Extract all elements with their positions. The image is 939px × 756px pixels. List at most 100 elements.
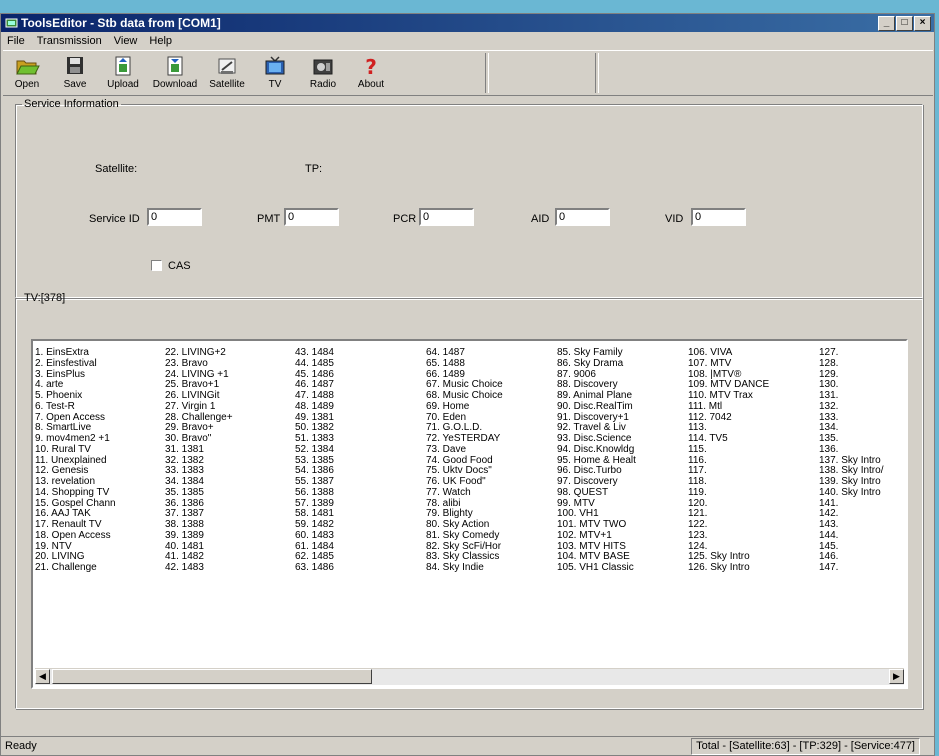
list-item[interactable]: 19. NTV (35, 541, 165, 552)
list-item[interactable]: 31. 1381 (165, 444, 295, 455)
list-item[interactable]: 55. 1387 (295, 476, 425, 487)
list-item[interactable]: 42. 1483 (165, 562, 295, 573)
list-item[interactable]: 87. 9006 (557, 369, 687, 380)
list-item[interactable]: 116. (688, 455, 818, 466)
list-item[interactable]: 62. 1485 (295, 551, 425, 562)
list-item[interactable]: 130. (819, 379, 906, 390)
menu-file[interactable]: File (1, 33, 31, 50)
list-item[interactable]: 54. 1386 (295, 465, 425, 476)
list-item[interactable]: 9. mov4men2 +1 (35, 433, 165, 444)
list-item[interactable]: 49. 1381 (295, 412, 425, 423)
list-item[interactable]: 133. (819, 412, 906, 423)
list-item[interactable]: 69. Home (426, 401, 556, 412)
list-item[interactable]: 142. (819, 508, 906, 519)
list-item[interactable]: 3. EinsPlus (35, 369, 165, 380)
radio-button[interactable]: Radio (299, 51, 347, 95)
list-item[interactable]: 34. 1384 (165, 476, 295, 487)
list-item[interactable]: 80. Sky Action (426, 519, 556, 530)
list-item[interactable]: 102. MTV+1 (557, 530, 687, 541)
list-item[interactable]: 123. (688, 530, 818, 541)
list-item[interactable]: 11. Unexplained (35, 455, 165, 466)
list-item[interactable]: 120. (688, 498, 818, 509)
list-item[interactable]: 98. QUEST (557, 487, 687, 498)
list-item[interactable]: 44. 1485 (295, 358, 425, 369)
list-item[interactable]: 30. Bravo" (165, 433, 295, 444)
list-item[interactable]: 68. Music Choice (426, 390, 556, 401)
list-item[interactable]: 118. (688, 476, 818, 487)
list-item[interactable]: 104. MTV BASE (557, 551, 687, 562)
service-id-field[interactable]: 0 (147, 208, 202, 226)
list-item[interactable]: 106. VIVA (688, 347, 818, 358)
list-item[interactable]: 144. (819, 530, 906, 541)
list-item[interactable]: 89. Animal Plane (557, 390, 687, 401)
list-item[interactable]: 78. alibi (426, 498, 556, 509)
open-button[interactable]: Open (3, 51, 51, 95)
tv-button[interactable]: TV (251, 51, 299, 95)
list-item[interactable]: 122. (688, 519, 818, 530)
list-item[interactable]: 52. 1384 (295, 444, 425, 455)
save-button[interactable]: Save (51, 51, 99, 95)
list-item[interactable]: 65. 1488 (426, 358, 556, 369)
list-item[interactable]: 60. 1483 (295, 530, 425, 541)
list-item[interactable]: 21. Challenge (35, 562, 165, 573)
pcr-field[interactable]: 0 (419, 208, 474, 226)
list-item[interactable]: 51. 1383 (295, 433, 425, 444)
list-item[interactable]: 33. 1383 (165, 465, 295, 476)
list-item[interactable]: 110. MTV Trax (688, 390, 818, 401)
list-item[interactable]: 66. 1489 (426, 369, 556, 380)
list-item[interactable]: 124. (688, 541, 818, 552)
list-item[interactable]: 137. Sky Intro (819, 455, 906, 466)
list-item[interactable]: 105. VH1 Classic (557, 562, 687, 573)
maximize-button[interactable]: □ (896, 16, 913, 31)
list-item[interactable]: 36. 1386 (165, 498, 295, 509)
list-item[interactable]: 136. (819, 444, 906, 455)
tv-channel-list[interactable]: 1. EinsExtra 2. Einsfestival 3. EinsPlus 4.… (31, 339, 908, 689)
list-item[interactable]: 43. 1484 (295, 347, 425, 358)
list-item[interactable]: 15. Gospel Chann (35, 498, 165, 509)
list-item[interactable]: 96. Disc.Turbo (557, 465, 687, 476)
list-item[interactable]: 83. Sky Classics (426, 551, 556, 562)
list-item[interactable]: 29. Bravo+ (165, 422, 295, 433)
list-item[interactable]: 39. 1389 (165, 530, 295, 541)
list-item[interactable]: 135. (819, 433, 906, 444)
list-item[interactable]: 47. 1488 (295, 390, 425, 401)
list-item[interactable]: 61. 1484 (295, 541, 425, 552)
list-item[interactable]: 93. Disc.Science (557, 433, 687, 444)
list-item[interactable]: 14. Shopping TV (35, 487, 165, 498)
list-item[interactable]: 73. Dave (426, 444, 556, 455)
list-item[interactable]: 10. Rural TV (35, 444, 165, 455)
list-item[interactable]: 88. Discovery (557, 379, 687, 390)
list-item[interactable]: 67. Music Choice (426, 379, 556, 390)
list-item[interactable]: 77. Watch (426, 487, 556, 498)
list-item[interactable]: 117. (688, 465, 818, 476)
list-item[interactable]: 16. AAJ TAK (35, 508, 165, 519)
list-item[interactable]: 4. arte (35, 379, 165, 390)
list-item[interactable]: 45. 1486 (295, 369, 425, 380)
list-item[interactable]: 64. 1487 (426, 347, 556, 358)
list-item[interactable]: 143. (819, 519, 906, 530)
list-item[interactable]: 27. Virgin 1 (165, 401, 295, 412)
list-item[interactable]: 126. Sky Intro (688, 562, 818, 573)
list-item[interactable]: 92. Travel & Liv (557, 422, 687, 433)
list-item[interactable]: 38. 1388 (165, 519, 295, 530)
list-item[interactable]: 75. Uktv Docs" (426, 465, 556, 476)
list-item[interactable]: 140. Sky Intro (819, 487, 906, 498)
list-item[interactable]: 53. 1385 (295, 455, 425, 466)
list-item[interactable]: 40. 1481 (165, 541, 295, 552)
list-item[interactable]: 114. TV5 (688, 433, 818, 444)
list-item[interactable]: 85. Sky Family (557, 347, 687, 358)
minimize-button[interactable]: _ (878, 16, 895, 31)
list-item[interactable]: 48. 1489 (295, 401, 425, 412)
list-item[interactable]: 23. Bravo (165, 358, 295, 369)
list-item[interactable]: 147. (819, 562, 906, 573)
list-item[interactable]: 76. UK Food" (426, 476, 556, 487)
list-item[interactable]: 139. Sky Intro (819, 476, 906, 487)
list-item[interactable]: 128. (819, 358, 906, 369)
list-item[interactable]: 8. SmartLive (35, 422, 165, 433)
list-item[interactable]: 141. (819, 498, 906, 509)
list-item[interactable]: 134. (819, 422, 906, 433)
list-item[interactable]: 57. 1389 (295, 498, 425, 509)
list-item[interactable]: 138. Sky Intro/ (819, 465, 906, 476)
list-item[interactable]: 1. EinsExtra (35, 347, 165, 358)
list-item[interactable]: 109. MTV DANCE (688, 379, 818, 390)
